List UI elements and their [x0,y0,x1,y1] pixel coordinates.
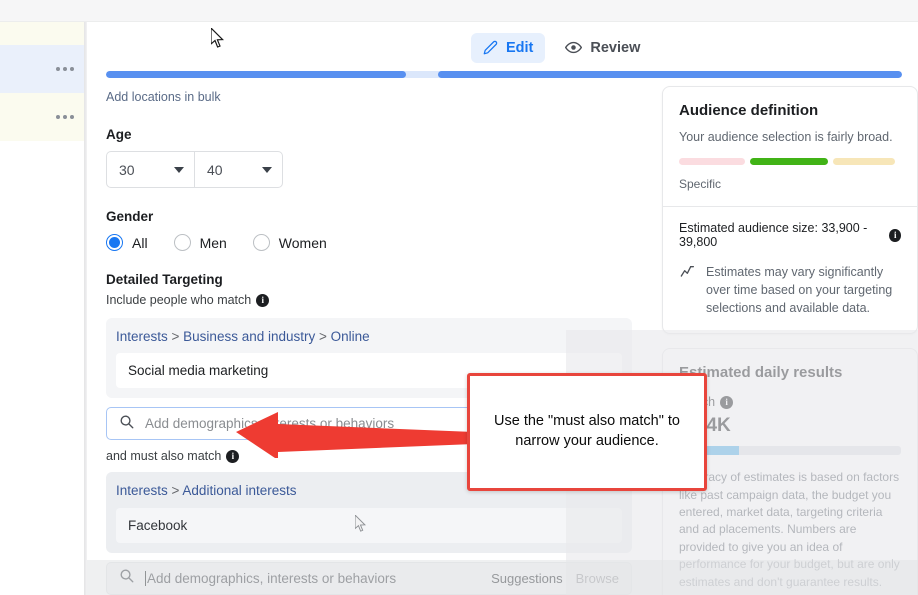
gauge-label-specific: Specific [679,177,722,191]
tab-edit[interactable]: Edit [471,32,546,63]
include-people-who-match-row: Include people who match i [106,293,651,307]
include-breadcrumb: Interests > Business and industry > Onli… [116,329,370,344]
radio-icon[interactable] [106,234,123,251]
age-max-value: 40 [207,161,223,178]
gauge-segment-broad [833,158,895,165]
audience-definition-card: Audience definition Your audience select… [662,86,918,335]
audience-gauge [679,158,901,165]
gender-option-men[interactable]: Men [173,234,227,251]
reach-row: Reach i [679,395,901,409]
edit-review-tabs: Edit Review [471,32,652,63]
include-people-who-match-label: Include people who match [106,293,252,307]
search-icon [119,568,134,588]
app-root: Edit Review Add locations in bulk Age 30 [0,0,918,595]
narrow-search-placeholder-text: Add demographics, interests or behaviors [147,570,397,586]
suggestions-link[interactable]: Suggestions [491,571,563,586]
mouse-cursor-top [211,28,224,48]
targeting-form: Add locations in bulk Age 30 40 Gender A… [106,82,651,595]
right-summary-column: Audience definition Your audience select… [662,86,918,595]
reach-value: - 1.4K [679,415,731,437]
radio-icon[interactable] [173,234,191,251]
main-panel: Edit Review Add locations in bulk Age 30 [87,22,918,595]
age-min-value: 30 [119,161,135,178]
annotation-arrow [236,412,474,458]
gender-radio-group: All Men Women [106,234,651,251]
gender-option-men-label: Men [199,234,227,251]
sidebar-row-secondary[interactable] [0,93,86,141]
radio-icon[interactable] [252,234,270,251]
search-icon [119,414,134,434]
card-divider [663,206,917,207]
instruction-callout-text: Use the "must also match" to narrow your… [494,413,680,449]
estimates-fineprint: accuracy of estimates is based on factor… [679,470,900,589]
narrow-search-input[interactable]: Add demographics, interests or behaviors… [106,561,632,595]
progress-segment-2 [438,71,902,78]
gender-option-women-label: Women [278,234,327,251]
info-icon[interactable]: i [720,395,734,409]
instruction-callout: Use the "must also match" to narrow your… [467,373,707,491]
age-range-control: 30 40 [106,151,283,188]
narrow-interest-chip[interactable]: Facebook [116,507,622,543]
estimated-audience-size-label: Estimated audience size: 33,900 - 39,800 [679,221,868,249]
audience-definition-description: Your audience selection is fairly broad. [679,130,893,144]
gender-option-all-label: All [132,234,148,251]
must-also-match-label: and must also match [106,449,222,464]
left-sidebar [0,22,86,595]
reach-progress-bar [679,446,901,456]
pencil-icon [483,40,498,55]
gender-option-all[interactable]: All [106,234,148,251]
mouse-cursor-middle [355,515,366,532]
progress-segment-1 [106,71,406,78]
detailed-targeting-title: Detailed Targeting [106,272,223,287]
tab-review-label: Review [590,39,641,56]
estimated-daily-results-title: Estimated daily results [679,364,843,382]
chevron-down-icon [262,166,272,173]
estimated-audience-size-row: Estimated audience size: 33,900 - 39,800… [679,221,901,249]
tab-edit-label: Edit [506,39,534,56]
sidebar-row-selected[interactable] [0,45,86,93]
trend-chart-icon [679,264,697,317]
age-max-select[interactable]: 40 [194,152,282,187]
text-cursor [145,570,146,586]
gauge-segment-specific [679,158,745,165]
estimate-variation-note: Estimates may vary significantly over ti… [679,264,901,317]
gauge-segment-balanced [750,158,828,165]
chevron-down-icon [174,166,184,173]
estimate-variation-text: Estimates may vary significantly over ti… [706,265,893,315]
eye-icon [565,39,583,56]
age-label: Age [106,127,132,142]
gender-option-women[interactable]: Women [252,234,327,251]
audience-definition-title: Audience definition [679,102,819,119]
browser-top-strip [0,0,918,22]
info-icon[interactable]: i [256,293,270,307]
age-min-select[interactable]: 30 [107,152,194,187]
gender-label: Gender [106,209,154,224]
narrow-search-placeholder: Add demographics, interests or behaviors [145,570,480,586]
info-icon[interactable]: i [889,228,901,242]
progress-bar [106,71,902,78]
add-locations-in-bulk-link[interactable]: Add locations in bulk [106,90,221,104]
browse-link[interactable]: Browse [576,571,619,586]
sidebar-row-top [0,22,86,45]
more-options-icon[interactable] [56,67,74,71]
tab-review[interactable]: Review [553,32,652,63]
search-actions: Suggestions Browse [491,571,619,586]
more-options-icon[interactable] [56,115,74,119]
